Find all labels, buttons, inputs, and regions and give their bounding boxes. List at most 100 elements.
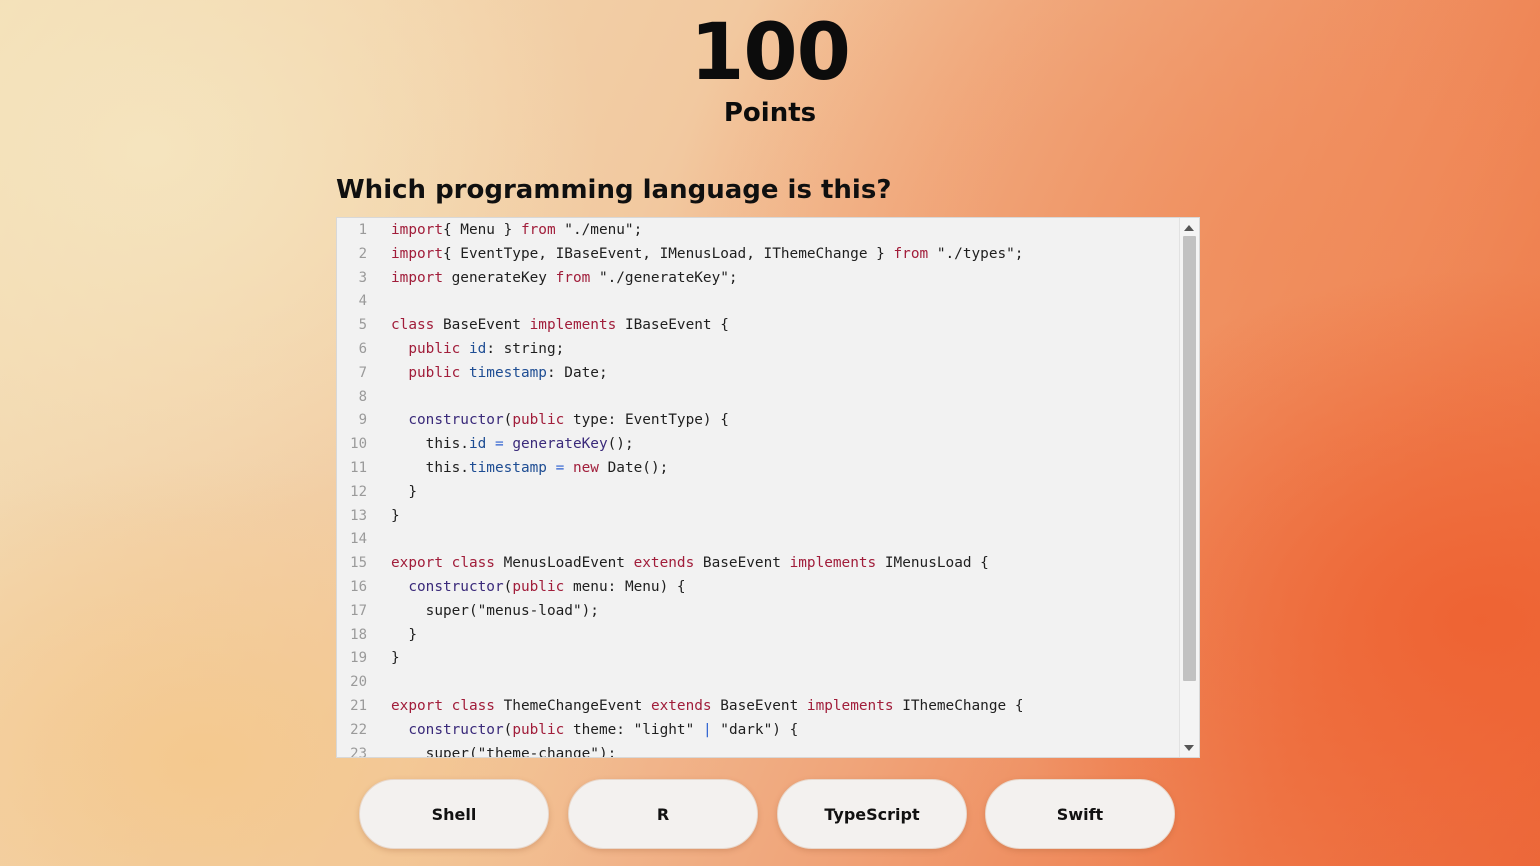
code-token: { Menu } xyxy=(442,222,521,238)
answer-button-swift[interactable]: Swift xyxy=(985,779,1175,849)
code-text: super("theme-change"); xyxy=(391,743,617,757)
code-token: import xyxy=(391,269,443,286)
line-number: 16 xyxy=(350,578,367,595)
code-token: export xyxy=(391,555,443,572)
line-number: 2 xyxy=(358,245,367,262)
line-number: 8 xyxy=(358,388,367,405)
code-text: this.timestamp = new Date(); xyxy=(391,457,669,481)
code-text: class BaseEvent implements IBaseEvent { xyxy=(391,314,729,338)
code-token: generateKey xyxy=(512,436,608,453)
code-text: super("menus-load"); xyxy=(391,600,599,624)
code-token: = xyxy=(555,459,565,476)
code-line: 16 constructor(public menu: Menu) { xyxy=(337,576,1179,600)
answer-button-shell[interactable]: Shell xyxy=(359,779,549,849)
line-number: 9 xyxy=(358,412,367,429)
code-line: 12 } xyxy=(337,481,1179,505)
line-number: 11 xyxy=(350,459,367,476)
code-line: 14 xyxy=(337,528,1179,552)
code-token: constructor xyxy=(408,721,504,738)
line-number: 5 xyxy=(358,317,367,334)
scroll-thumb[interactable] xyxy=(1183,236,1196,681)
code-token: public xyxy=(408,364,461,381)
answer-button-r[interactable]: R xyxy=(568,779,758,849)
code-line: 9 constructor(public type: EventType) { xyxy=(337,409,1179,433)
answer-button-typescript[interactable]: TypeScript xyxy=(777,779,967,849)
code-token: BaseEvent xyxy=(711,697,807,714)
score-label: Points xyxy=(723,98,817,128)
code-token: public xyxy=(408,340,461,357)
code-line: 3 import generateKey from "./generateKey"… xyxy=(337,267,1179,291)
code-token: from xyxy=(520,222,556,238)
line-number: 4 xyxy=(358,293,367,310)
code-token: class xyxy=(391,317,435,334)
code-token: implements xyxy=(789,555,877,572)
code-token: (); xyxy=(607,436,634,453)
code-token: id xyxy=(468,436,487,453)
code-token: new xyxy=(572,459,599,476)
code-token: IBaseEvent { xyxy=(616,317,729,334)
question-title: Which programming language is this? xyxy=(336,175,892,205)
line-number: 14 xyxy=(350,531,367,548)
code-lines: 1 import{ Menu } from "./menu"; 2 import{ E… xyxy=(337,219,1179,758)
code-token: "light" xyxy=(633,721,695,738)
code-text: } xyxy=(391,647,400,671)
code-token: BaseEvent xyxy=(694,555,790,572)
code-token: this. xyxy=(391,459,469,476)
code-token: this. xyxy=(391,436,469,453)
code-token: from xyxy=(893,245,929,262)
code-line: 10 this.id = generateKey(); xyxy=(337,433,1179,457)
line-number: 21 xyxy=(350,697,367,714)
code-token: theme: xyxy=(564,721,634,738)
code-token: super( xyxy=(391,602,478,619)
code-line: 17 super("menus-load"); xyxy=(337,600,1179,624)
code-token: class xyxy=(451,697,495,714)
code-token: ThemeChangeEvent xyxy=(494,697,651,714)
code-token: : Date; xyxy=(546,364,608,381)
code-text: } xyxy=(391,624,417,648)
code-token: import xyxy=(391,222,443,238)
code-token: : string; xyxy=(486,340,565,357)
line-number: 13 xyxy=(350,507,367,524)
line-number: 10 xyxy=(350,436,367,453)
code-text: export class MenusLoadEvent extends Base… xyxy=(391,552,989,576)
code-token: extends xyxy=(633,555,695,572)
scroll-down-icon[interactable] xyxy=(1184,745,1194,751)
code-text: import{ Menu } from "./menu"; xyxy=(391,219,642,243)
code-token: export xyxy=(391,697,443,714)
line-number: 3 xyxy=(358,269,367,286)
code-scrollbar[interactable] xyxy=(1179,218,1199,757)
code-token: IThemeChange { xyxy=(893,697,1024,714)
code-token: timestamp xyxy=(468,459,547,476)
code-line: 4 xyxy=(337,290,1179,314)
code-token: menu: Menu) { xyxy=(564,578,686,595)
code-line: 15 export class MenusLoadEvent extends Ba… xyxy=(337,552,1179,576)
code-token: } xyxy=(391,483,417,500)
code-token: from xyxy=(555,269,591,286)
code-line: 23 super("theme-change"); xyxy=(337,743,1179,758)
score-value: 100 xyxy=(690,8,851,98)
line-number: 23 xyxy=(350,745,367,758)
code-token: "./types"; xyxy=(928,245,1024,262)
code-token: implements xyxy=(806,697,894,714)
scroll-up-icon[interactable] xyxy=(1184,225,1194,231)
code-token: import xyxy=(391,245,443,262)
code-token: Date(); xyxy=(598,459,669,476)
line-number: 17 xyxy=(350,602,367,619)
code-token: IMenusLoad { xyxy=(876,555,989,572)
code-viewer[interactable]: 1 import{ Menu } from "./menu"; 2 import{ E… xyxy=(336,217,1200,758)
code-token: MenusLoadEvent xyxy=(494,555,634,572)
code-line: 11 this.timestamp = new Date(); xyxy=(337,457,1179,481)
code-line: 22 constructor(public theme: "light" | "… xyxy=(337,719,1179,743)
score-display: 100 Points xyxy=(0,8,1540,128)
code-token: = xyxy=(494,436,504,453)
line-number: 1 xyxy=(358,222,367,238)
